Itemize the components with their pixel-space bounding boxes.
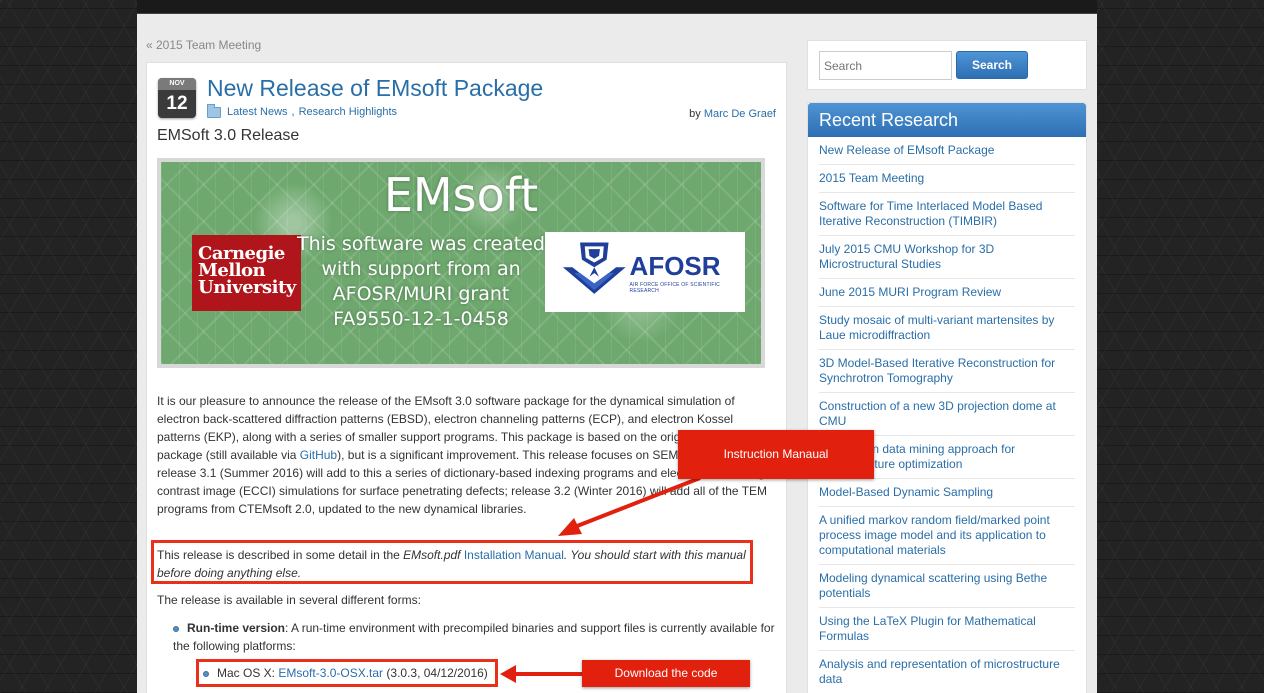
download-code-callout: Download the code	[582, 660, 750, 687]
instruction-manual-callout: Instruction Manaual	[678, 430, 874, 479]
arrow-head-manual-icon	[558, 518, 582, 536]
annotation-arrows	[500, 476, 701, 683]
arrow-head-download-icon	[500, 665, 516, 683]
arrow-to-manual	[571, 476, 701, 530]
